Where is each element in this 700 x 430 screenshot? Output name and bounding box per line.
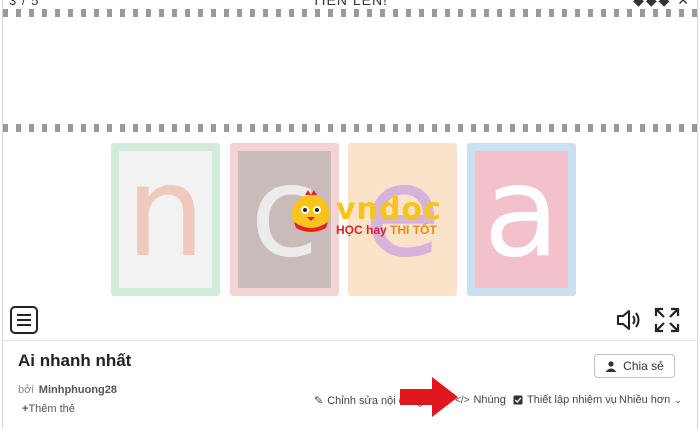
chevron-down-icon: ⌄: [674, 394, 682, 405]
letter-card-a[interactable]: a: [467, 143, 576, 296]
share-label: Chia sẻ: [623, 359, 664, 373]
activity-title: Ai nhanh nhất: [18, 351, 132, 370]
user-icon: [605, 360, 617, 372]
add-tags-link[interactable]: +Thêm thẻ: [22, 403, 75, 415]
vndoc-watermark: vndoc HỌC hay THI TỐT: [288, 190, 441, 240]
dash-border-middle: [3, 124, 697, 132]
game-stage: 3 / 5 TIẾN LÊN! ◆◆◆ ✕ n c e a vndoc HỌC …: [3, 0, 697, 340]
sound-button[interactable]: [616, 309, 642, 331]
red-arrow-annotation: [400, 377, 458, 417]
separator: [505, 394, 506, 408]
separator: [610, 394, 611, 408]
card-letter: n: [125, 140, 206, 285]
activity-info-panel: Ai nhanh nhất Chia sẻ bởi Minhphuong28 +T…: [3, 340, 697, 430]
card-letter: a: [483, 140, 560, 285]
fullscreen-icon: [654, 307, 680, 333]
checkbox-icon: [513, 395, 523, 405]
lives-icons: ◆◆◆ ✕: [633, 0, 691, 9]
dash-border-top: [3, 9, 697, 17]
embed-button[interactable]: </> Nhúng: [455, 394, 506, 406]
pencil-icon: ✎: [314, 395, 324, 407]
game-title: TIẾN LÊN!: [312, 0, 388, 8]
share-button[interactable]: Chia sẻ: [594, 354, 675, 378]
author-link[interactable]: Minhphuong28: [39, 384, 117, 396]
author-line: bởi Minhphuong28: [18, 384, 117, 396]
speaker-icon: [617, 310, 640, 330]
mascot-icon: [292, 190, 330, 233]
menu-button[interactable]: [10, 306, 38, 334]
more-dropdown[interactable]: Nhiều hơn ⌄: [619, 394, 682, 406]
brand-tagline: HỌC hay THI TỐT: [336, 223, 437, 237]
set-assignment-button[interactable]: Thiết lập nhiệm vụ: [513, 394, 617, 406]
fullscreen-button[interactable]: [654, 307, 680, 333]
letter-card-n[interactable]: n: [111, 143, 220, 296]
brand-name: vndoc: [336, 192, 442, 227]
close-icon: ✕: [677, 0, 691, 8]
